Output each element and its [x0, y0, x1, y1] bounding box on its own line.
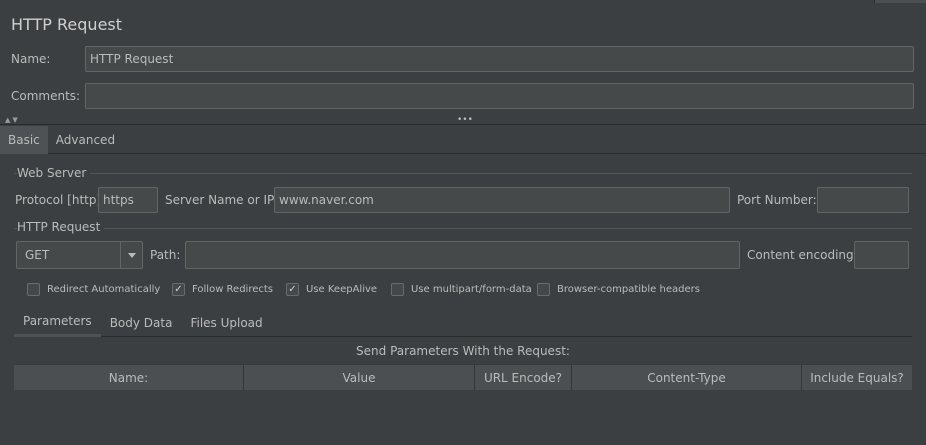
- protocol-label: Protocol [http]:: [15, 193, 106, 207]
- checkbox-label: Redirect Automatically: [47, 284, 161, 295]
- redirect-automatically-checkbox[interactable]: Redirect Automatically: [27, 283, 160, 296]
- protocol-field[interactable]: https: [98, 187, 158, 213]
- params-caption: Send Parameters With the Request:: [356, 344, 570, 358]
- web-server-title: Web Server: [17, 166, 91, 180]
- checkbox-label: Follow Redirects: [192, 284, 273, 295]
- port-label: Port Number:: [737, 193, 817, 207]
- main-tabbar: Basic Advanced: [0, 126, 926, 154]
- use-keepalive-checkbox[interactable]: ✓ Use KeepAlive: [286, 283, 377, 296]
- encoding-field[interactable]: [854, 241, 909, 269]
- tab-advanced[interactable]: Advanced: [48, 126, 123, 154]
- http-request-divider: [14, 228, 912, 229]
- server-label: Server Name or IP:: [165, 193, 279, 207]
- web-server-divider: [14, 173, 912, 174]
- check-icon[interactable]: ✓: [286, 283, 299, 296]
- method-select-value: GET: [25, 248, 50, 262]
- name-field-value: HTTP Request: [90, 52, 174, 66]
- protocol-field-value: https: [103, 193, 134, 207]
- browser-compatible-headers-checkbox[interactable]: Browser-compatible headers: [537, 283, 700, 296]
- tab-files-upload[interactable]: Files Upload: [181, 308, 271, 337]
- checkbox-label: Browser-compatible headers: [557, 284, 700, 295]
- path-field[interactable]: [185, 241, 740, 269]
- column-header-content-type[interactable]: Content-Type: [572, 365, 802, 391]
- server-field-value: www.naver.com: [279, 193, 374, 207]
- http-request-title: HTTP Request: [17, 220, 105, 234]
- splitter-dots-icon[interactable]: •••: [457, 116, 473, 125]
- page-title: HTTP Request: [11, 15, 123, 34]
- comments-field[interactable]: [85, 83, 914, 109]
- toolbar-edge-button[interactable]: [874, 0, 926, 3]
- method-dropdown-button[interactable]: [120, 242, 142, 268]
- check-icon[interactable]: ✓: [172, 283, 185, 296]
- port-field[interactable]: [817, 187, 909, 213]
- tab-body-data[interactable]: Body Data: [101, 308, 182, 337]
- name-field[interactable]: HTTP Request: [85, 46, 914, 72]
- column-header-value[interactable]: Value: [244, 365, 475, 391]
- checkbox-box[interactable]: [391, 283, 404, 296]
- follow-redirects-checkbox[interactable]: ✓ Follow Redirects: [172, 283, 273, 296]
- server-field[interactable]: www.naver.com: [274, 187, 730, 213]
- column-header-name[interactable]: Name:: [14, 365, 244, 391]
- checkbox-box[interactable]: [27, 283, 40, 296]
- tab-basic[interactable]: Basic: [0, 126, 48, 154]
- checkbox-box[interactable]: [537, 283, 550, 296]
- method-select[interactable]: GET: [16, 241, 143, 269]
- use-multipart-checkbox[interactable]: Use multipart/form-data: [391, 283, 532, 296]
- top-strip: [0, 0, 926, 4]
- request-subtabs: Parameters Body Data Files Upload: [14, 308, 912, 337]
- checkbox-label: Use multipart/form-data: [411, 284, 532, 295]
- checkbox-label: Use KeepAlive: [306, 284, 378, 295]
- params-table-header: Name: Value URL Encode? Content-Type Inc…: [14, 364, 912, 391]
- comments-label: Comments:: [11, 89, 81, 103]
- chevron-down-icon: [127, 252, 136, 258]
- column-header-url-encode[interactable]: URL Encode?: [475, 365, 572, 391]
- tab-parameters[interactable]: Parameters: [14, 308, 101, 337]
- name-label: Name:: [11, 52, 51, 66]
- path-label: Path:: [150, 248, 181, 262]
- column-header-include-equals[interactable]: Include Equals?: [802, 365, 912, 391]
- collapse-arrows-icon[interactable]: ▲▼: [5, 116, 20, 125]
- encoding-label: Content encoding:: [747, 248, 858, 262]
